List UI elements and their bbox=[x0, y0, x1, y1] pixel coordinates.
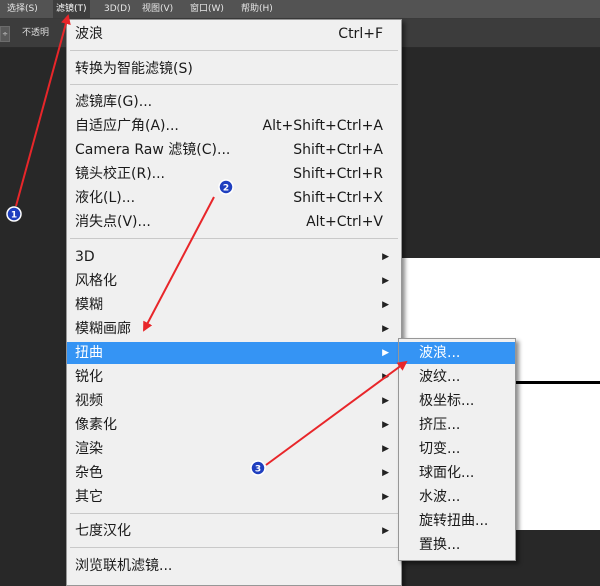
submenu-arrow-icon: ▶ bbox=[382, 396, 389, 406]
submenu-item-wave[interactable]: 波浪... bbox=[399, 342, 515, 364]
separator bbox=[70, 238, 398, 239]
menu-bar: 选择(S) 滤镜(T) 3D(D) 视图(V) 窗口(W) 帮助(H) bbox=[0, 0, 600, 19]
menu-item-shortcut: Shift+Ctrl+A bbox=[293, 142, 383, 158]
step-badge-1: 1 bbox=[6, 206, 22, 222]
category-label: 模糊画廊 bbox=[75, 321, 131, 337]
menu-item-label: 液化(L)... bbox=[75, 190, 136, 206]
menu-item-shortcut: Alt+Ctrl+V bbox=[306, 214, 383, 230]
submenu-item-polar[interactable]: 极坐标... bbox=[399, 390, 515, 412]
menu-item-shortcut: Shift+Ctrl+R bbox=[293, 166, 383, 182]
category-render[interactable]: 渲染 ▶ bbox=[67, 438, 401, 460]
submenu-arrow-icon: ▶ bbox=[382, 252, 389, 262]
convert-smart-filter-label: 转换为智能滤镜(S) bbox=[75, 61, 193, 77]
liquify-item[interactable]: 液化(L)... Shift+Ctrl+X bbox=[67, 187, 401, 209]
submenu-arrow-icon: ▶ bbox=[382, 468, 389, 478]
submenu-item-spherize[interactable]: 球面化... bbox=[399, 462, 515, 484]
submenu-arrow-icon: ▶ bbox=[382, 492, 389, 502]
submenu-arrow-icon: ▶ bbox=[382, 526, 389, 536]
category-label: 视频 bbox=[75, 393, 103, 409]
submenu-item-label: 波纹... bbox=[419, 369, 461, 385]
category-stylize[interactable]: 风格化 ▶ bbox=[67, 270, 401, 292]
submenu-arrow-icon: ▶ bbox=[382, 372, 389, 382]
submenu-arrow-icon: ▶ bbox=[382, 300, 389, 310]
last-filter-label: 波浪 bbox=[75, 26, 103, 42]
menu-item-label: Camera Raw 滤镜(C)... bbox=[75, 142, 231, 158]
submenu-item-label: 波浪... bbox=[419, 345, 461, 361]
submenu-arrow-icon: ▶ bbox=[382, 348, 389, 358]
category-label: 渲染 bbox=[75, 441, 103, 457]
submenu-item-pinch[interactable]: 挤压... bbox=[399, 414, 515, 436]
opacity-label: 不透明 bbox=[22, 28, 50, 38]
badge-number: 1 bbox=[11, 211, 17, 221]
submenu-item-label: 水波... bbox=[419, 489, 461, 505]
category-label: 其它 bbox=[75, 489, 103, 505]
category-label: 像素化 bbox=[75, 417, 117, 433]
submenu-item-ripple[interactable]: 波纹... bbox=[399, 366, 515, 388]
menu-item-shortcut: Alt+Shift+Ctrl+A bbox=[262, 118, 383, 134]
submenu-item-zigzag[interactable]: 水波... bbox=[399, 486, 515, 508]
menu-item-label: 镜头校正(R)... bbox=[75, 166, 166, 182]
menu-item-label: 消失点(V)... bbox=[75, 214, 151, 230]
category-blur[interactable]: 模糊 ▶ bbox=[67, 294, 401, 316]
submenu-arrow-icon: ▶ bbox=[382, 324, 389, 334]
submenu-item-displace[interactable]: 置换... bbox=[399, 534, 515, 556]
mode-stepper[interactable]: ÷ bbox=[0, 26, 10, 42]
category-label: 扭曲 bbox=[75, 345, 103, 361]
distort-submenu: 波浪... 波纹... 极坐标... 挤压... 切变... 球面化... 水波… bbox=[398, 338, 516, 561]
category-other[interactable]: 其它 ▶ bbox=[67, 486, 401, 508]
submenu-item-twirl[interactable]: 旋转扭曲... bbox=[399, 510, 515, 532]
last-filter-item[interactable]: 波浪 Ctrl+F bbox=[67, 23, 401, 45]
submenu-arrow-icon: ▶ bbox=[382, 444, 389, 454]
category-label: 锐化 bbox=[75, 369, 103, 385]
category-label: 杂色 bbox=[75, 465, 103, 481]
adaptive-wide-angle-item[interactable]: 自适应广角(A)... Alt+Shift+Ctrl+A bbox=[67, 115, 401, 137]
separator bbox=[70, 513, 398, 514]
category-3d[interactable]: 3D ▶ bbox=[67, 246, 401, 268]
category-noise[interactable]: 杂色 ▶ bbox=[67, 462, 401, 484]
submenu-arrow-icon: ▶ bbox=[382, 420, 389, 430]
separator bbox=[70, 84, 398, 85]
menu-select[interactable]: 选择(S) bbox=[4, 0, 41, 18]
menu-item-label: 自适应广角(A)... bbox=[75, 118, 179, 134]
category-distort[interactable]: 扭曲 ▶ bbox=[67, 342, 401, 364]
category-sharpen[interactable]: 锐化 ▶ bbox=[67, 366, 401, 388]
submenu-item-label: 球面化... bbox=[419, 465, 475, 481]
camera-raw-filter-item[interactable]: Camera Raw 滤镜(C)... Shift+Ctrl+A bbox=[67, 139, 401, 161]
separator bbox=[70, 547, 398, 548]
menu-help[interactable]: 帮助(H) bbox=[238, 0, 276, 18]
category-label: 风格化 bbox=[75, 273, 117, 289]
submenu-arrow-icon: ▶ bbox=[382, 276, 389, 286]
menu-view[interactable]: 视图(V) bbox=[139, 0, 176, 18]
menu-item-shortcut: Shift+Ctrl+X bbox=[293, 190, 383, 206]
submenu-item-label: 旋转扭曲... bbox=[419, 513, 489, 529]
browse-online-filters-item[interactable]: 浏览联机滤镜... bbox=[67, 555, 401, 577]
browse-label: 浏览联机滤镜... bbox=[75, 558, 173, 574]
plugin-qidu-item[interactable]: 七度汉化 ▶ bbox=[67, 520, 401, 542]
filter-menu: 波浪 Ctrl+F 转换为智能滤镜(S) 滤镜库(G)... 自适应广角(A).… bbox=[66, 19, 402, 586]
last-filter-shortcut: Ctrl+F bbox=[338, 26, 383, 42]
plugin-label: 七度汉化 bbox=[75, 523, 131, 539]
category-label: 3D bbox=[75, 249, 95, 265]
category-pixelate[interactable]: 像素化 ▶ bbox=[67, 414, 401, 436]
submenu-item-label: 极坐标... bbox=[419, 393, 475, 409]
canvas-stroke bbox=[514, 381, 600, 384]
category-video[interactable]: 视频 ▶ bbox=[67, 390, 401, 412]
menu-3d[interactable]: 3D(D) bbox=[101, 0, 134, 18]
submenu-item-label: 置换... bbox=[419, 537, 461, 553]
submenu-item-shear[interactable]: 切变... bbox=[399, 438, 515, 460]
filter-gallery-item[interactable]: 滤镜库(G)... bbox=[67, 91, 401, 113]
vanishing-point-item[interactable]: 消失点(V)... Alt+Ctrl+V bbox=[67, 211, 401, 233]
submenu-item-label: 切变... bbox=[419, 441, 461, 457]
submenu-item-label: 挤压... bbox=[419, 417, 461, 433]
separator bbox=[70, 50, 398, 51]
menu-window[interactable]: 窗口(W) bbox=[187, 0, 227, 18]
category-label: 模糊 bbox=[75, 297, 103, 313]
lens-correction-item[interactable]: 镜头校正(R)... Shift+Ctrl+R bbox=[67, 163, 401, 185]
convert-smart-filter-item[interactable]: 转换为智能滤镜(S) bbox=[67, 58, 401, 80]
menu-filter[interactable]: 滤镜(T) bbox=[53, 0, 90, 18]
category-blur-gallery[interactable]: 模糊画廊 ▶ bbox=[67, 318, 401, 340]
menu-item-label: 滤镜库(G)... bbox=[75, 94, 153, 110]
